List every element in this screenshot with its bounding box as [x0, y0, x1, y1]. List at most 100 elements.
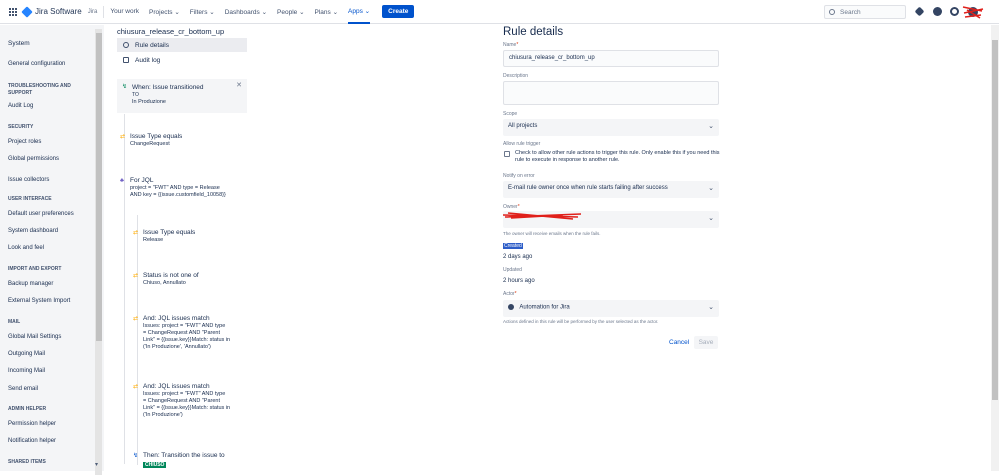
- sidebar-section-admin-helper: ADMIN HELPER: [8, 406, 47, 412]
- sidebar-scrollbar-thumb[interactable]: [96, 33, 102, 341]
- name-field[interactable]: chiusura_release_cr_bottom_up: [503, 50, 719, 67]
- sidebar-item-send-email[interactable]: Send email: [8, 386, 38, 392]
- nav-dashboards[interactable]: Dashboards ⌄: [225, 8, 267, 16]
- sidebar-item-backup-manager[interactable]: Backup manager: [8, 281, 53, 287]
- step-title: And: JQL issues match: [143, 383, 210, 390]
- jira-logo-icon: [21, 5, 33, 18]
- created-value: 2 days ago: [503, 254, 533, 260]
- rule-name-title: chiusura_release_cr_bottom_up: [117, 27, 225, 36]
- allow-trigger-text: Check to allow other rule actions to tri…: [515, 150, 720, 163]
- step-body-line: ChangeRequest: [130, 141, 170, 147]
- sidebar-item-audit-log[interactable]: Audit Log: [8, 103, 33, 109]
- chevron-down-icon: ⌄: [708, 185, 714, 192]
- search-input[interactable]: Search: [824, 5, 906, 19]
- condition-step[interactable]: ⇄ And: JQL issues match Issues: project …: [133, 314, 230, 351]
- condition-icon: ⇄: [133, 384, 139, 390]
- action-step[interactable]: ↯ Then: Transition the issue to CHIUSO: [133, 451, 225, 469]
- sidebar-section-troubleshooting: TROUBLESHOOTING AND SUPPORT: [8, 83, 71, 96]
- step-body-line: TO: [132, 92, 139, 98]
- sidebar-item-external-system-import[interactable]: External System Import: [8, 298, 70, 304]
- close-icon[interactable]: ✕: [236, 81, 242, 90]
- avatar[interactable]: [962, 4, 984, 20]
- step-body-line: Link" = {{issue.key}}Match: status in: [143, 405, 231, 411]
- status-lozenge: CHIUSO: [143, 462, 167, 468]
- flow-line: [124, 114, 125, 464]
- condition-step[interactable]: ⇄ Issue Type equals ChangeRequest: [120, 132, 182, 148]
- branch-step[interactable]: ♣ For JQL project = "FWT" AND type = Rel…: [120, 176, 226, 199]
- action-icon: ↯: [133, 453, 139, 459]
- subnav-rule-details[interactable]: Rule details: [117, 38, 247, 52]
- app-switcher-icon[interactable]: [9, 7, 17, 16]
- step-body-line: In Produzione: [132, 99, 166, 105]
- sidebar-section-security: SECURITY: [8, 124, 34, 130]
- subnav-label: Audit log: [135, 56, 161, 64]
- product-name: Jira Software: [35, 7, 82, 16]
- search-icon: [829, 9, 835, 15]
- search-placeholder: Search: [840, 8, 861, 16]
- condition-step[interactable]: ⇄ Issue Type equals Release: [133, 228, 195, 244]
- scroll-down-arrow-icon[interactable]: ▾: [95, 461, 98, 468]
- step-body-line: Issues: project = "FWT" AND type: [143, 323, 226, 329]
- settings-gear-icon[interactable]: [950, 7, 959, 16]
- chevron-down-icon: ⌄: [708, 304, 714, 311]
- create-button[interactable]: Create: [382, 5, 415, 18]
- save-button[interactable]: Save: [694, 336, 718, 349]
- condition-step[interactable]: ⇄ And: JQL issues match Issues: project …: [133, 382, 230, 419]
- sidebar-item-default-user-preferences[interactable]: Default user preferences: [8, 211, 74, 217]
- sidebar-item-issue-collectors[interactable]: Issue collectors: [8, 177, 49, 183]
- allow-trigger-checkbox[interactable]: [504, 151, 510, 157]
- nav-plans[interactable]: Plans ⌄: [315, 8, 339, 16]
- admin-sidebar: System General configuration TROUBLESHOO…: [0, 25, 104, 471]
- description-field[interactable]: [503, 81, 719, 105]
- branch-icon: ♣: [120, 178, 124, 184]
- step-title: Issue Type equals: [143, 229, 196, 236]
- nav-filters[interactable]: Filters ⌄: [190, 8, 215, 16]
- step-body-line: ('In Produzione'): [143, 412, 183, 418]
- rule-details-title: Rule details: [503, 26, 564, 38]
- document-icon: [123, 57, 129, 63]
- step-body-line: Link" = {{issue.key}}Match: status in: [143, 337, 231, 343]
- condition-step[interactable]: ⇄ Status is not one of Chiuso, Annullato: [133, 271, 199, 287]
- condition-icon: ⇄: [133, 316, 139, 322]
- updated-value: 2 hours ago: [503, 278, 535, 284]
- sidebar-item-system-dashboard[interactable]: System dashboard: [8, 228, 58, 234]
- nav-projects[interactable]: Projects ⌄: [149, 8, 180, 16]
- trigger-icon: ↯: [122, 84, 128, 90]
- help-icon[interactable]: [933, 7, 942, 16]
- page-scrollbar-thumb[interactable]: [992, 40, 998, 400]
- chevron-down-icon: ⌄: [708, 123, 714, 130]
- sidebar-item-project-roles[interactable]: Project roles: [8, 139, 41, 145]
- step-title: Status is not one of: [143, 272, 199, 279]
- description-label: Description: [503, 73, 529, 79]
- rule-flow-panel: chiusura_release_cr_bottom_up Rule detai…: [104, 25, 494, 471]
- notify-select[interactable]: E-mail rule owner once when rule starts …: [503, 181, 719, 198]
- sidebar-item-outgoing-mail[interactable]: Outgoing Mail: [8, 351, 45, 357]
- sidebar-item-global-permissions[interactable]: Global permissions: [8, 156, 59, 162]
- sidebar-item-global-mail-settings[interactable]: Global Mail Settings: [8, 334, 61, 340]
- scope-select[interactable]: All projects ⌄: [503, 119, 719, 136]
- cancel-button[interactable]: Cancel: [669, 339, 689, 346]
- subnav-audit-log[interactable]: Audit log: [117, 53, 247, 67]
- sidebar-item-permission-helper[interactable]: Permission helper: [8, 421, 56, 427]
- owner-help-text: The owner will receive emails when the r…: [503, 231, 601, 236]
- nav-people[interactable]: People ⌄: [277, 8, 305, 16]
- step-title: For JQL: [130, 177, 154, 184]
- sidebar-section-import-export: IMPORT AND EXPORT: [8, 266, 62, 272]
- product-sub: Jira: [87, 8, 98, 15]
- sidebar-item-system[interactable]: System: [8, 40, 30, 47]
- step-body-line: Release: [143, 237, 164, 243]
- jira-logo[interactable]: Jira Software Jira: [21, 5, 98, 18]
- sidebar-item-notification-helper[interactable]: Notification helper: [8, 438, 56, 444]
- nav-your-work[interactable]: Your work: [110, 8, 139, 15]
- sidebar-item-look-and-feel[interactable]: Look and feel: [8, 245, 44, 251]
- actor-select[interactable]: Automation for Jira ⌄: [503, 300, 719, 317]
- trigger-step[interactable]: ↯ When: Issue transitioned TO In Produzi…: [117, 79, 247, 113]
- nav-apps[interactable]: Apps ⌄: [348, 0, 371, 24]
- rule-details-panel: Rule details Name* chiusura_release_cr_b…: [494, 25, 999, 471]
- sidebar-section-user-interface: USER INTERFACE: [8, 196, 52, 202]
- scope-value: All projects: [508, 123, 538, 129]
- sidebar-item-incoming-mail[interactable]: Incoming Mail: [8, 368, 45, 374]
- sidebar-item-general-configuration[interactable]: General configuration: [8, 61, 65, 67]
- notify-label: Notify on error: [503, 173, 535, 179]
- notify-value: E-mail rule owner once when rule starts …: [508, 185, 668, 191]
